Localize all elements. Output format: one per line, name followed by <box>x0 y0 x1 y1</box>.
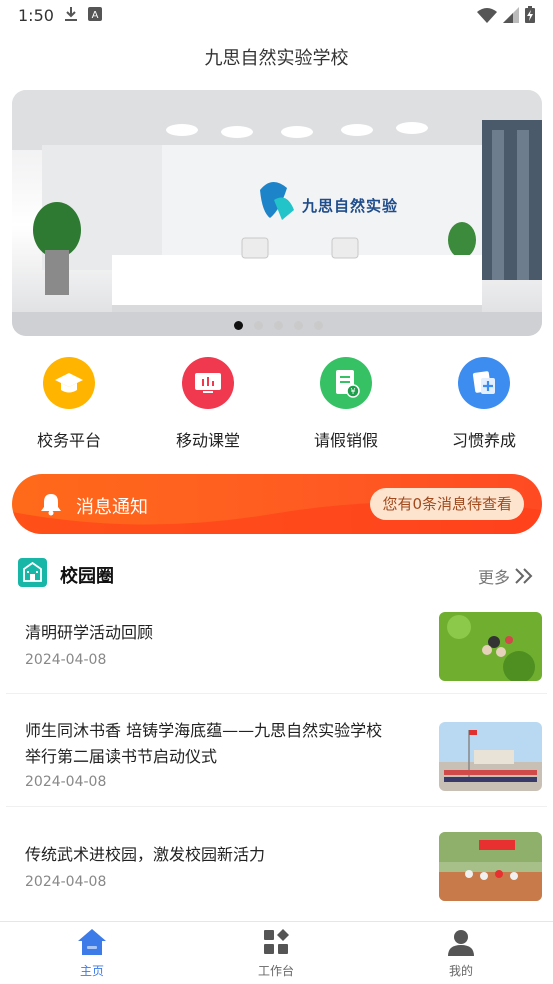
leave-form-icon: ¥ <box>320 357 372 409</box>
news-date: 2024-04-08 <box>25 652 107 668</box>
news-title: 传统武术进校园，激发校园新活力 <box>25 845 266 864</box>
signal-icon <box>503 6 519 23</box>
banner-image <box>12 90 542 336</box>
quick-menu-label: 校务平台 <box>36 431 101 450</box>
nav-home[interactable]: 主页 <box>32 928 152 979</box>
quick-menu-leave[interactable]: ¥ 请假销假 <box>286 357 406 451</box>
carousel-dot[interactable] <box>234 321 243 330</box>
carousel-dot[interactable] <box>274 321 283 330</box>
campus-section-title: 校园圈 <box>60 566 114 587</box>
keyboard-a-icon: A <box>88 7 102 21</box>
carousel-indicator <box>234 321 323 330</box>
more-link[interactable]: 更多 <box>478 564 534 588</box>
news-item[interactable]: 清明研学活动回顾 2024-04-08 <box>6 598 547 694</box>
nav-label: 主页 <box>79 964 104 978</box>
profile-icon <box>448 930 474 956</box>
notice-label: 消息通知 <box>76 497 148 518</box>
more-label: 更多 <box>477 568 510 587</box>
bottom-nav: 主页 工作台 我的 <box>0 921 553 984</box>
quick-menu-label: 移动课堂 <box>175 431 240 450</box>
quick-menu-label: 习惯养成 <box>451 431 516 450</box>
notice-view-button[interactable]: 您有0条消息待查看 <box>370 488 524 520</box>
home-icon <box>78 929 106 955</box>
notice-bar[interactable]: 消息通知 您有0条消息待查看 <box>12 474 542 534</box>
battery-icon <box>525 6 535 23</box>
quick-menu-label: 请假销假 <box>313 431 378 450</box>
quick-menu: 校务平台 移动课堂 ¥ 请假销假 习惯养成 <box>0 357 553 457</box>
nav-label: 工作台 <box>257 964 294 978</box>
quick-menu-school-affairs[interactable]: 校务平台 <box>9 357 129 451</box>
workbench-icon <box>264 929 289 954</box>
news-title: 师生同沐书香 培铸学海底蕴——九思自然实验学校举行第二届读书节启动仪式 <box>25 721 383 766</box>
carousel-dot[interactable] <box>254 321 263 330</box>
news-item[interactable]: 师生同沐书香 培铸学海底蕴——九思自然实验学校举行第二届读书节启动仪式 2024… <box>6 694 547 807</box>
carousel-dot[interactable] <box>294 321 303 330</box>
news-thumbnail <box>439 612 542 681</box>
news-title: 清明研学活动回顾 <box>25 623 154 642</box>
status-bar: 1:50 A <box>0 0 553 32</box>
bell-icon <box>41 494 61 516</box>
news-thumbnail <box>439 722 542 791</box>
nav-profile[interactable]: 我的 <box>401 928 521 979</box>
quick-menu-habits[interactable]: 习惯养成 <box>424 357 544 451</box>
news-item[interactable]: 传统武术进校园，激发校园新活力 2024-04-08 <box>6 807 547 915</box>
graduation-cap-icon <box>43 357 95 409</box>
quick-menu-mobile-classroom[interactable]: 移动课堂 <box>148 357 268 451</box>
nav-workbench[interactable]: 工作台 <box>216 928 336 979</box>
page-title: 九思自然实验学校 <box>204 48 349 69</box>
nav-label: 我的 <box>448 964 473 978</box>
double-chevron-right-icon <box>515 568 533 584</box>
habit-add-icon <box>458 357 510 409</box>
download-icon <box>65 7 77 21</box>
campus-section-header: 校园圈 更多 <box>18 557 538 589</box>
banner-carousel[interactable]: 九思自然实验 <box>12 90 542 336</box>
status-time: 1:50 <box>18 6 54 25</box>
svg-text:¥: ¥ <box>350 387 355 396</box>
news-date: 2024-04-08 <box>25 874 107 890</box>
banner-logo-text: 九思自然实验 <box>302 197 399 215</box>
news-date: 2024-04-08 <box>25 774 107 790</box>
wifi-icon <box>477 7 497 23</box>
svg-text:A: A <box>92 10 99 21</box>
carousel-dot[interactable] <box>314 321 323 330</box>
news-thumbnail <box>439 832 542 901</box>
monitor-icon <box>182 357 234 409</box>
school-building-icon <box>18 558 47 587</box>
